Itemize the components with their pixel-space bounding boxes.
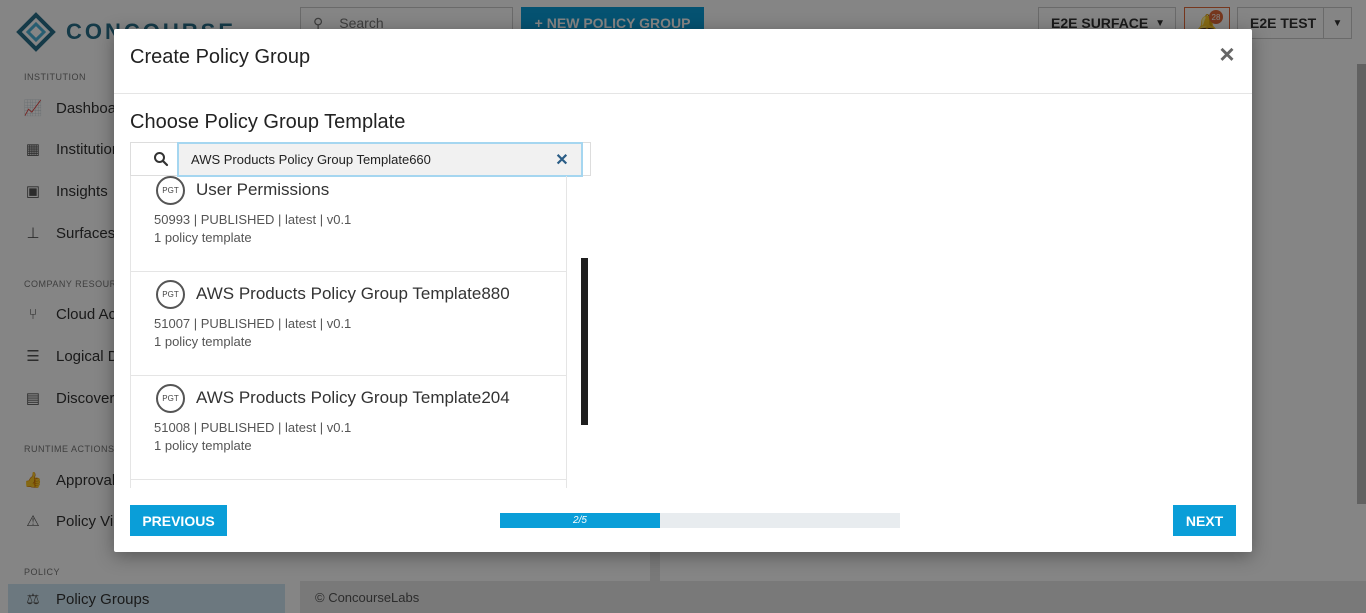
template-list-item[interactable] <box>131 480 566 488</box>
template-list-item[interactable]: PGT AWS Products Policy Group Template20… <box>131 376 566 480</box>
template-list-item[interactable]: PGT AWS Products Policy Group Template88… <box>131 272 566 376</box>
template-search-input[interactable] <box>177 142 583 177</box>
template-name: AWS Products Policy Group Template880 <box>196 284 510 303</box>
template-search: ✕ <box>130 142 591 177</box>
clear-search-icon[interactable]: ✕ <box>553 151 571 169</box>
progress-label: 2/5 <box>573 515 587 526</box>
modal-title: Create Policy Group <box>130 46 311 68</box>
list-scrollbar-thumb[interactable] <box>581 258 588 425</box>
next-button[interactable]: NEXT <box>1173 505 1236 536</box>
template-count: 1 policy template <box>154 438 252 453</box>
template-meta: 51008 | PUBLISHED | latest | v0.1 <box>154 420 352 435</box>
section-title: Choose Policy Group Template <box>130 111 406 133</box>
template-list[interactable]: PGT User Permissions 50993 | PUBLISHED |… <box>130 176 567 488</box>
template-meta: 50993 | PUBLISHED | latest | v0.1 <box>154 212 352 227</box>
template-name: AWS Products Policy Group Template204 <box>196 388 510 407</box>
template-list-item[interactable]: PGT User Permissions 50993 | PUBLISHED |… <box>131 176 566 272</box>
template-count: 1 policy template <box>154 230 252 245</box>
template-name: User Permissions <box>196 180 330 199</box>
wizard-progress-bar: 2/5 <box>500 513 900 528</box>
modal-header: Create Policy Group × <box>114 29 1252 94</box>
search-icon <box>154 152 169 167</box>
template-count: 1 policy template <box>154 334 252 349</box>
create-policy-group-modal: Create Policy Group × Choose Policy Grou… <box>114 29 1252 552</box>
pgt-badge-icon: PGT <box>156 280 185 309</box>
close-icon[interactable]: × <box>1216 41 1238 67</box>
previous-button[interactable]: PREVIOUS <box>130 505 227 536</box>
pgt-badge-icon: PGT <box>156 176 185 205</box>
pgt-badge-icon: PGT <box>156 384 185 413</box>
template-meta: 51007 | PUBLISHED | latest | v0.1 <box>154 316 352 331</box>
